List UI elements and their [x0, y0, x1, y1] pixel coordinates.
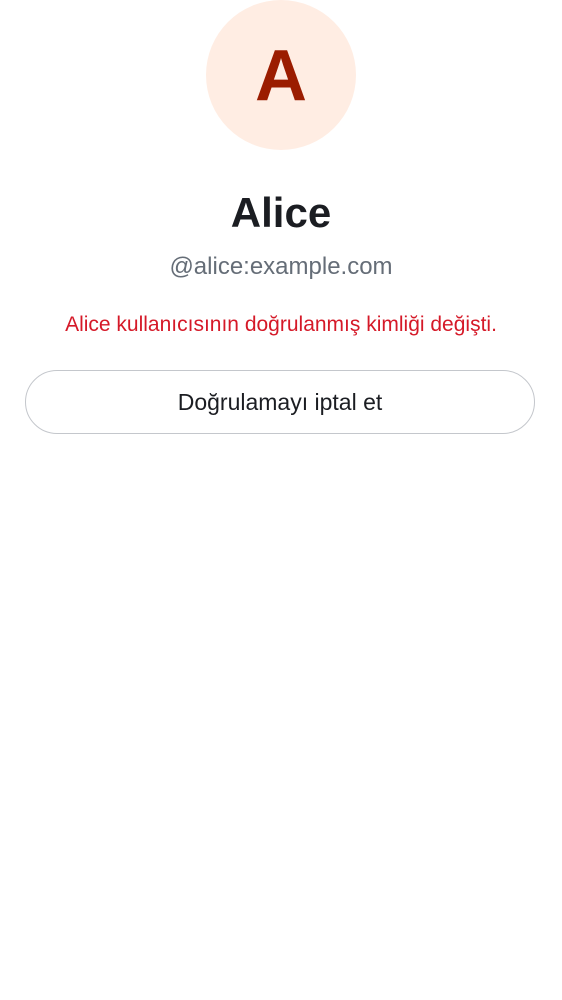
- user-id: @alice:example.com: [169, 253, 393, 280]
- identity-changed-warning: Alice kullanıcısının doğrulanmış kimliği…: [65, 313, 497, 336]
- avatar-initial: A: [255, 36, 307, 116]
- withdraw-verification-label: Doğrulamayı iptal et: [177, 388, 383, 415]
- withdraw-verification-button[interactable]: Doğrulamayı iptal et: [25, 370, 535, 434]
- avatar: A: [206, 0, 356, 150]
- display-name: Alice: [230, 189, 332, 236]
